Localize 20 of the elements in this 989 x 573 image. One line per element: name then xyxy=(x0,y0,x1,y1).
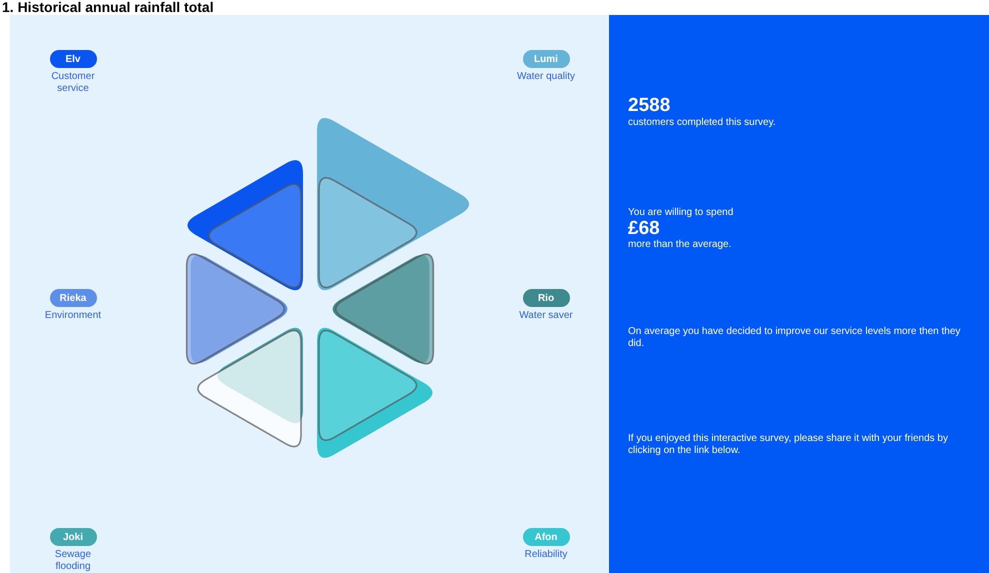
category-label: Customer service xyxy=(50,71,96,95)
spend-amount: £68 xyxy=(628,219,661,239)
category-pill[interactable]: Rieka xyxy=(50,289,96,307)
page-title: 1. Historical annual rainfall total xyxy=(2,0,214,15)
category-pill[interactable]: Lumi xyxy=(522,50,570,68)
spend-intro: You are willing to spend xyxy=(628,207,734,219)
category-pill[interactable]: Joki xyxy=(50,528,96,546)
category-label: Environment xyxy=(44,310,102,322)
category-label: Reliability xyxy=(524,549,568,561)
spend-text: more than the average. xyxy=(628,239,732,251)
share-text: If you enjoyed this interactive survey, please share it with your friends by clicking on the link below. xyxy=(628,433,949,457)
category-label: Water saver xyxy=(518,310,574,322)
customer-count-text: customers completed this survey. xyxy=(628,117,777,129)
comparison-text: On average you have decided to improve our service levels more then they did. xyxy=(628,326,962,350)
category-label: Water quality xyxy=(516,71,576,83)
category-pill[interactable]: Rio xyxy=(522,289,570,307)
category-label: Sewage flooding xyxy=(54,549,92,573)
customer-count: 2588 xyxy=(628,95,672,117)
category-pill[interactable]: Afon xyxy=(522,528,570,546)
category-pill[interactable]: Elv xyxy=(50,50,96,68)
